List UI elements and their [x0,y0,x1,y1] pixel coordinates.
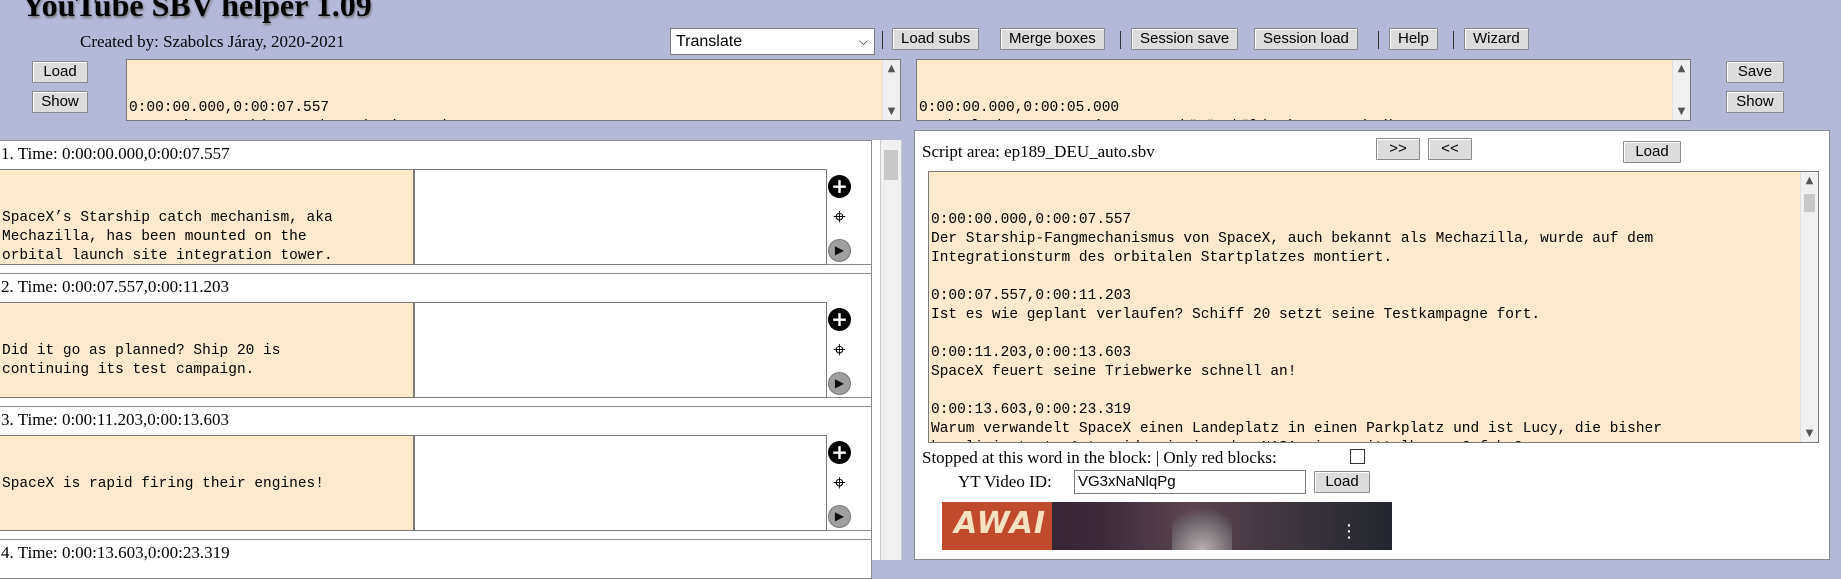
block-source-text[interactable]: SpaceX’s Starship catch mechanism, aka M… [0,169,414,265]
block-translation-input[interactable] [414,169,827,265]
right-show-button[interactable]: Show [1726,91,1784,113]
scroll-down-icon[interactable]: ▼ [883,103,900,120]
subtitle-block: 3. Time: 0:00:11.203,0:00:13.603 SpaceX … [0,406,872,531]
left-show-button[interactable]: Show [32,91,88,113]
toolbar-separator [882,31,883,49]
play-icon[interactable]: ▶ [828,372,851,395]
block-source-text[interactable]: Did it go as planned? Ship 20 is continu… [0,302,414,398]
toolbar-separator [1120,31,1121,49]
left-load-button[interactable]: Load [32,61,88,83]
block-title: 4. Time: 0:00:13.603,0:00:23.319 [1,543,230,562]
help-button[interactable]: Help [1389,28,1438,50]
video-player[interactable]: AWAI ⋮ [942,502,1392,550]
only-red-checkbox[interactable] [1350,449,1365,464]
next-block-button[interactable]: >> [1376,138,1420,160]
script-scrollbar[interactable]: ▲ ▼ [1800,172,1818,442]
crosshair-icon[interactable]: ⌖ [828,207,851,230]
script-text: 0:00:00.000,0:00:07.557 Der Starship-Fan… [931,212,1662,442]
chevron-down-icon: ⌵ [858,34,868,48]
session-save-button[interactable]: Session save [1131,28,1239,50]
more-vertical-icon[interactable]: ⋮ [1340,523,1358,541]
session-load-button[interactable]: Session load [1254,28,1358,50]
panel-gutter [872,140,880,560]
play-icon[interactable]: ▶ [828,239,851,262]
source-preview-scrollbar[interactable]: ▲ ▼ [882,60,900,120]
load-subs-button[interactable]: Load subs [892,28,980,50]
mode-select[interactable]: Translate ⌵ [670,28,875,55]
target-preview-textarea[interactable]: 0:00:00.000,0:00:05.000 BepiColombo, az … [916,59,1691,121]
block-source-content: Did it go as planned? Ship 20 is continu… [2,343,281,378]
block-source-content: SpaceX is rapid firing their engines! [2,476,324,492]
block-title: 3. Time: 0:00:11.203,0:00:13.603 [1,410,229,429]
save-button[interactable]: Save [1726,61,1784,83]
toolbar-separator [1453,31,1454,49]
block-title: 1. Time: 0:00:00.000,0:00:07.557 [1,144,230,163]
script-load-button[interactable]: Load [1623,141,1681,163]
add-block-icon[interactable]: + [828,175,851,198]
block-title: 2. Time: 0:00:07.557,0:00:11.203 [1,277,229,296]
scroll-up-icon[interactable]: ▲ [1673,60,1690,77]
app-title: YouTube SBV helper 1.09 [22,0,372,23]
subtitle-block: 1. Time: 0:00:00.000,0:00:07.557 SpaceX’… [0,140,872,265]
subtitle-block: 2. Time: 0:00:07.557,0:00:11.203 Did it … [0,273,872,398]
prev-block-button[interactable]: << [1428,138,1472,160]
video-id-value: VG3xNaNlqPg [1078,473,1176,490]
toolbar-separator [1378,31,1379,49]
video-thumbnail-logo: AWAI [954,506,1046,541]
script-area-label: Script area: ep189_DEU_auto.sbv [922,142,1155,161]
play-icon[interactable]: ▶ [828,505,851,528]
block-list-scrollbar[interactable] [880,140,902,560]
add-block-icon[interactable]: + [828,308,851,331]
scrollbar-thumb[interactable] [884,150,898,180]
block-translation-input[interactable] [414,302,827,398]
video-thumbnail-rocket [1172,506,1232,550]
video-id-label: YT Video ID: [958,472,1052,491]
source-preview-textarea[interactable]: 0:00:00.000,0:00:07.557 SpaceX’s Starshi… [126,59,901,121]
add-block-icon[interactable]: + [828,441,851,464]
video-load-button[interactable]: Load [1314,471,1370,493]
subtitle-block: 4. Time: 0:00:13.603,0:00:23.319 [0,539,872,579]
scroll-up-icon[interactable]: ▲ [883,60,900,77]
block-translation-input[interactable] [414,435,827,531]
merge-boxes-button[interactable]: Merge boxes [1000,28,1105,50]
crosshair-icon[interactable]: ⌖ [828,473,851,496]
wizard-button[interactable]: Wizard [1464,28,1529,50]
mode-select-value: Translate [676,33,743,50]
scroll-up-icon[interactable]: ▲ [1801,172,1818,189]
block-source-text[interactable]: SpaceX is rapid firing their engines! [0,435,414,531]
scrollbar-thumb[interactable] [1804,194,1815,212]
target-preview-scrollbar[interactable]: ▲ ▼ [1672,60,1690,120]
scroll-down-icon[interactable]: ▼ [1801,425,1818,442]
scroll-down-icon[interactable]: ▼ [1673,103,1690,120]
app-credit: Created by: Szabolcs Járay, 2020-2021 [80,32,345,51]
script-textarea[interactable]: 0:00:00.000,0:00:07.557 Der Starship-Fan… [928,171,1819,443]
block-source-content: SpaceX’s Starship catch mechanism, aka M… [2,210,333,264]
stopped-status-label: Stopped at this word in the block: | Onl… [922,448,1277,467]
source-preview-text: 0:00:00.000,0:00:07.557 SpaceX’s Starshi… [129,100,460,120]
crosshair-icon[interactable]: ⌖ [828,340,851,363]
video-id-input[interactable]: VG3xNaNlqPg [1074,470,1306,494]
target-preview-text: 0:00:00.000,0:00:05.000 BepiColombo, az … [919,100,1415,120]
